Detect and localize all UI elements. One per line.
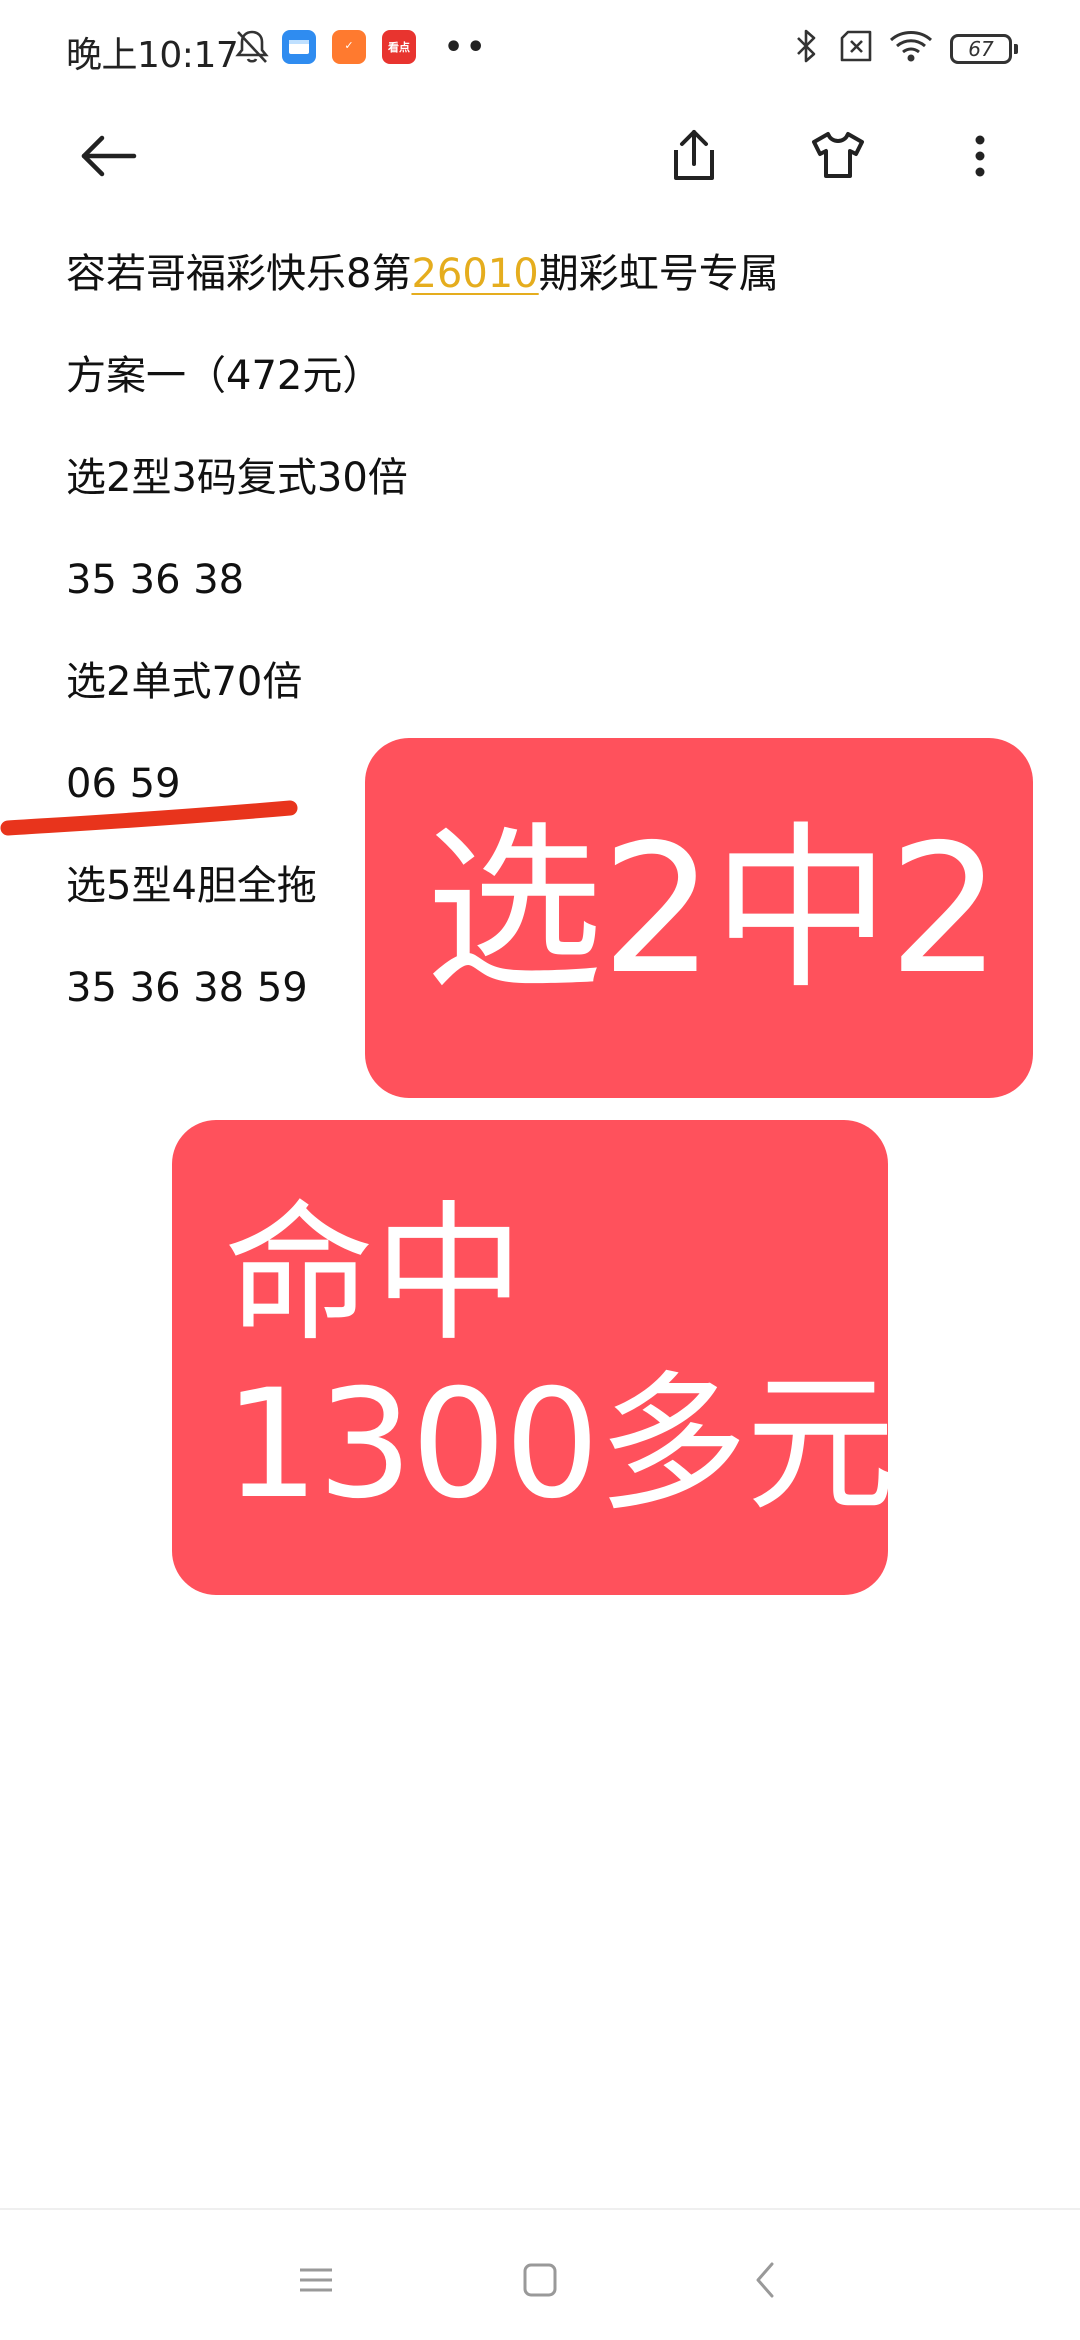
note-title-prefix: 容若哥福彩快乐8第: [66, 251, 412, 297]
no-sim-icon: [840, 30, 872, 62]
bet1-numbers: 35 36 38: [66, 557, 245, 603]
share-button[interactable]: [658, 120, 730, 192]
news-app-label: 看点: [388, 41, 410, 54]
shop-app-badge: ✓: [332, 30, 366, 64]
note-title-suffix: 期彩虹号专属: [538, 251, 779, 297]
bell-muted-icon: [235, 30, 269, 63]
shop-app-label: ✓: [344, 39, 354, 52]
bet1-type: 选2型3码复式30倍: [66, 455, 408, 501]
back-arrow-icon: [81, 135, 137, 177]
status-time: 晚上10:17: [66, 35, 239, 76]
plan-line: 方案一（472元）: [66, 353, 383, 399]
back-button[interactable]: [72, 120, 144, 192]
more-vert-icon: [975, 135, 985, 177]
recent-apps-button[interactable]: [276, 2240, 356, 2320]
result-sticker: 选2中2: [365, 738, 1033, 1098]
bet3-numbers: 35 36 38 59: [66, 965, 308, 1011]
prize-sticker-line1: 命中: [224, 1188, 525, 1362]
tshirt-icon: [812, 132, 864, 178]
bluetooth-icon: [797, 29, 816, 63]
red-underline-mark: [0, 800, 298, 836]
prize-sticker-line2: 1300多元: [224, 1358, 896, 1532]
news-app-badge: 看点: [382, 30, 416, 64]
theme-button[interactable]: [802, 120, 874, 192]
bet2-type: 选2单式70倍: [66, 659, 303, 705]
issue-number-link[interactable]: 26010: [411, 251, 538, 297]
bet3-type: 选5型4胆全拖: [66, 863, 317, 909]
home-button[interactable]: [500, 2240, 580, 2320]
share-icon: [674, 130, 714, 180]
status-bar: 晚上10:17 ✓ 看点 •• 67: [0, 0, 1080, 100]
system-back-button[interactable]: [726, 2240, 806, 2320]
mail-app-badge: [282, 30, 316, 64]
battery-level: 67: [968, 37, 994, 61]
back-chevron-icon: [756, 2262, 774, 2298]
nav-divider: [0, 2208, 1080, 2210]
mail-icon: [289, 40, 309, 54]
prize-sticker: 命中 1300多元: [172, 1120, 896, 1595]
more-options-button[interactable]: [944, 120, 1016, 192]
menu-icon: [300, 2268, 332, 2292]
battery-icon: 67: [950, 34, 1018, 64]
more-notifications-indicator: ••: [444, 30, 489, 65]
note-title: 容若哥福彩快乐8第26010期彩虹号专属: [66, 248, 779, 300]
result-sticker-text: 选2中2: [425, 806, 1001, 1013]
wifi-icon: [889, 31, 933, 62]
note-toolbar: [0, 110, 1080, 210]
home-square-icon: [523, 2263, 557, 2297]
